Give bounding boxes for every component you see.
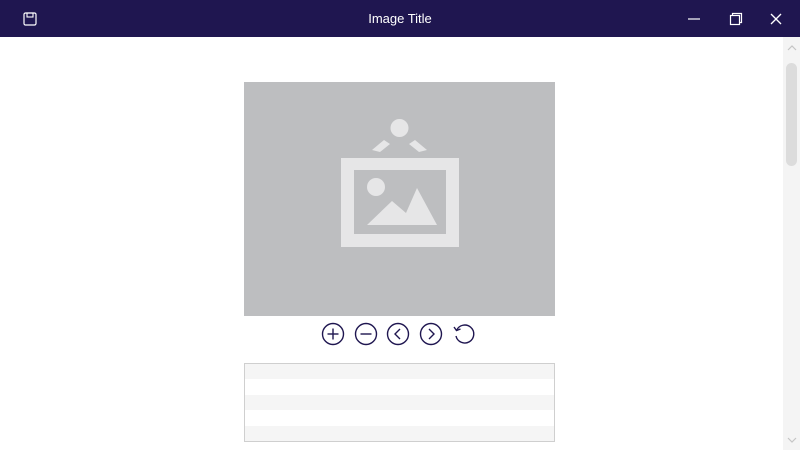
rotate-button[interactable]	[451, 321, 477, 347]
scroll-thumb[interactable]	[786, 63, 797, 166]
restore-icon	[729, 12, 743, 25]
chevron-down-icon	[787, 437, 796, 443]
table-row	[245, 410, 554, 426]
close-button[interactable]	[756, 0, 796, 37]
table-row	[245, 425, 554, 441]
minimize-icon	[688, 17, 700, 20]
chevron-up-icon	[787, 45, 796, 51]
minus-circle-icon	[354, 322, 378, 346]
minimize-button[interactable]	[674, 0, 714, 37]
previous-button[interactable]	[385, 321, 411, 347]
image-controls	[320, 321, 480, 347]
chevron-right-circle-icon	[419, 322, 443, 346]
zoom-in-button[interactable]	[320, 321, 346, 347]
table-row	[245, 394, 554, 411]
zoom-out-button[interactable]	[353, 321, 379, 347]
table-row	[245, 364, 554, 380]
table-row	[245, 379, 554, 395]
vertical-scrollbar[interactable]	[783, 37, 800, 450]
next-button[interactable]	[418, 321, 444, 347]
scroll-up-button[interactable]	[783, 42, 800, 54]
image-placeholder-icon	[341, 119, 459, 247]
close-icon	[770, 13, 782, 24]
scroll-down-button[interactable]	[783, 434, 800, 446]
plus-circle-icon	[321, 322, 345, 346]
image-preview	[244, 82, 555, 316]
chevron-left-circle-icon	[386, 322, 410, 346]
restore-button[interactable]	[716, 0, 756, 37]
rotate-icon	[453, 324, 475, 344]
title-bar: Image Title	[0, 0, 800, 37]
image-info-table	[244, 363, 555, 442]
